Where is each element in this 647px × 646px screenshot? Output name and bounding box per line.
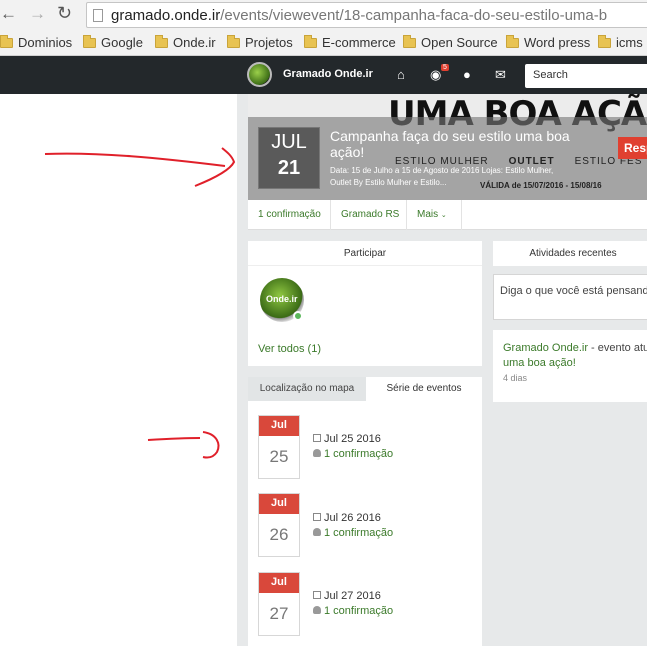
activity-event-link[interactable]: uma boa ação! — [503, 357, 576, 369]
user-icon — [313, 606, 321, 614]
divider — [406, 200, 407, 230]
divider — [248, 265, 482, 266]
folder-icon — [506, 35, 519, 48]
tab-event-series[interactable]: Série de eventos — [366, 377, 482, 401]
annotation-pointer-icon — [147, 431, 220, 459]
annotation-arrow-icon — [44, 147, 236, 187]
page-icon — [93, 9, 103, 22]
divider — [330, 200, 331, 230]
globe-icon[interactable]: ◉ — [430, 67, 441, 83]
event-meta-bar: 1 confirmação Gramado RS Mais ⌄ — [248, 200, 647, 230]
series-calendar: Jul 25 — [258, 415, 300, 479]
location-link[interactable]: Gramado RS — [341, 209, 399, 220]
calendar-icon — [313, 591, 321, 599]
series-confirmation[interactable]: 1 confirmação — [313, 605, 393, 617]
tab-map-location[interactable]: Localização no mapa — [248, 377, 366, 401]
user-icon — [313, 449, 321, 457]
online-status-icon — [293, 311, 303, 321]
url-field[interactable]: gramado.onde.ir/events/viewevent/18-camp… — [86, 2, 647, 28]
chevron-down-icon: ⌄ — [440, 212, 447, 219]
bookmark-onde-ir[interactable]: Onde.ir — [155, 35, 216, 50]
activity-author-link[interactable]: Gramado Onde.ir — [503, 342, 588, 354]
folder-icon — [598, 35, 611, 48]
bookmark-icms[interactable]: icms — [598, 35, 643, 50]
series-confirmation[interactable]: 1 confirmação — [313, 448, 393, 460]
activities-heading: Atividades recentes — [529, 248, 617, 259]
respond-button[interactable]: Resp — [618, 137, 647, 159]
folder-icon — [304, 35, 317, 48]
event-day: 21 — [277, 157, 301, 179]
activity-text: Gramado Onde.ir - evento atual uma boa a… — [503, 342, 647, 369]
folder-icon — [83, 35, 96, 48]
calendar-icon — [313, 513, 321, 521]
activity-time: 4 dias — [503, 373, 528, 383]
folder-icon — [0, 35, 13, 48]
status-input[interactable]: Diga o que você está pensando — [493, 274, 647, 320]
site-brand[interactable]: Gramado Onde.ir — [283, 68, 373, 80]
series-date[interactable]: Jul 26 2016 — [313, 512, 381, 524]
browser-address-bar: ← → ↻ gramado.onde.ir/events/viewevent/1… — [0, 0, 647, 30]
calendar-icon — [313, 434, 321, 442]
activity-item: Gramado Onde.ir - evento atual uma boa a… — [493, 330, 647, 402]
event-subtitle: Data: 15 de Julho a 15 de Agosto de 2016… — [330, 166, 554, 187]
mail-icon[interactable]: ✉ — [495, 67, 506, 83]
event-title: Campanha faça do seu estilo uma boa ação… — [330, 128, 570, 160]
participate-heading: Participar — [343, 248, 387, 259]
folder-icon — [155, 35, 168, 48]
folder-icon — [403, 35, 416, 48]
user-icon[interactable]: ● — [463, 67, 471, 82]
event-date-box: JUL 21 — [258, 127, 320, 189]
series-calendar: Jul 26 — [258, 493, 300, 557]
divider — [461, 200, 462, 230]
activities-header: Atividades recentes — [493, 241, 647, 266]
bookmark-projetos[interactable]: Projetos — [227, 35, 293, 50]
forward-icon[interactable]: → — [29, 4, 46, 24]
series-date[interactable]: Jul 25 2016 — [313, 433, 381, 445]
bookmark-google[interactable]: Google — [83, 35, 143, 50]
event-month: JUL — [271, 131, 307, 153]
site-logo[interactable] — [247, 62, 272, 87]
see-all-link[interactable]: Ver todos (1) — [258, 343, 321, 355]
url-text: gramado.onde.ir/events/viewevent/18-camp… — [111, 7, 608, 24]
series-calendar: Jul 27 — [258, 572, 300, 636]
series-date[interactable]: Jul 27 2016 — [313, 590, 381, 602]
notification-badge: 5 — [441, 64, 449, 71]
bookmark-word-press[interactable]: Word press — [506, 35, 590, 50]
bookmark-open-source[interactable]: Open Source — [403, 35, 498, 50]
user-icon — [313, 528, 321, 536]
back-icon[interactable]: ← — [0, 4, 17, 24]
bookmarks-bar: Dominios Google Onde.ir Projetos E-comme… — [0, 30, 647, 56]
home-icon[interactable]: ⌂ — [397, 67, 405, 82]
more-dropdown[interactable]: Mais ⌄ — [417, 209, 447, 220]
bookmark-e-commerce[interactable]: E-commerce — [304, 35, 396, 50]
search-input[interactable]: Search — [525, 64, 647, 88]
event-tabs: Localização no mapa Série de eventos — [248, 377, 482, 401]
bookmark-dominios[interactable]: Dominios — [0, 35, 72, 50]
participant-avatar[interactable]: Onde.ir — [260, 278, 304, 322]
confirmations-link[interactable]: 1 confirmação — [258, 209, 321, 220]
folder-icon — [227, 35, 240, 48]
series-confirmation[interactable]: 1 confirmação — [313, 527, 393, 539]
reload-icon[interactable]: ↻ — [57, 3, 72, 24]
